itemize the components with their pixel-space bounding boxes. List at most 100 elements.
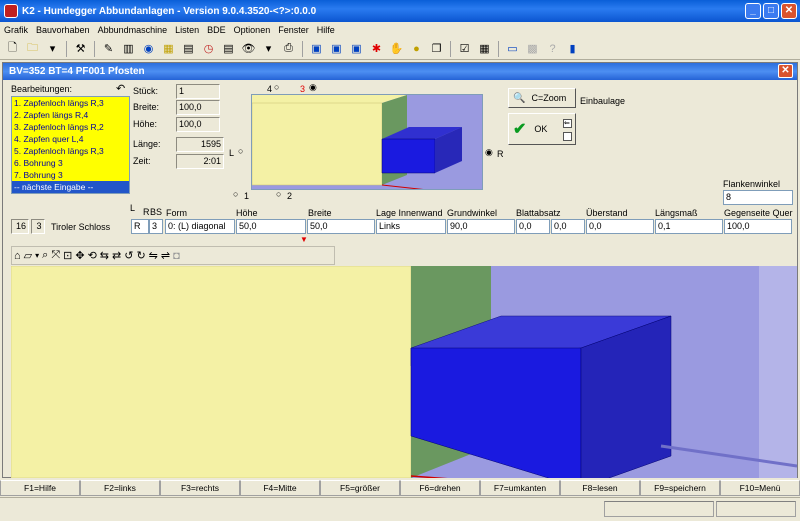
list-item[interactable]: 5. Zapfenloch längs R,3 [12,145,129,157]
fkey-f7[interactable]: F7=umkanten [480,480,560,496]
laengsmass-input[interactable]: 0,1 [655,219,723,234]
rotate-right-icon[interactable]: ↻ [136,249,145,262]
gegenseite-input[interactable]: 100,0 [724,219,792,234]
grid-icon[interactable]: ▦ [160,40,177,57]
menu-hilfe[interactable]: Hilfe [317,25,335,35]
rotate-left-icon[interactable]: ↺ [124,249,133,262]
list-item[interactable]: 2. Zapfen längs R,4 [12,109,129,121]
fkey-f9[interactable]: F9=speichern [640,480,720,496]
fkey-f1[interactable]: F1=Hilfe [0,480,80,496]
flip-icon[interactable]: ⇋ [149,249,158,262]
pan-icon[interactable]: ✥ [75,249,84,262]
rotate-free-icon[interactable]: ⟲ [88,249,97,262]
minimize-button[interactable]: _ [745,3,761,19]
blattabsatz-input-1[interactable]: 0,0 [516,219,550,234]
menu-optionen[interactable]: Optionen [234,25,271,35]
calculator-icon[interactable]: ▤ [180,40,197,57]
maximize-button[interactable]: □ [763,3,779,19]
blattabsatz-input-2[interactable]: 0,0 [551,219,585,234]
radio-l[interactable]: ○ [238,146,243,156]
table-icon[interactable]: ▦ [476,40,493,57]
breite-input[interactable]: 50,0 [307,219,375,234]
list-item-selected[interactable]: -- nächste Eingabe -- [12,181,129,193]
radio-1[interactable]: ○ [233,189,238,199]
fkey-f6[interactable]: F6=drehen [400,480,480,496]
mirror-icon[interactable]: ⇌ [161,249,170,262]
fkey-f10[interactable]: F10=Menü [720,480,800,496]
home-view-icon[interactable]: ⌂ [14,250,21,262]
coins-icon[interactable]: ● [408,40,425,57]
menu-grafik[interactable]: Grafik [4,25,28,35]
radio-4[interactable]: ○ [274,82,279,92]
copy-icon[interactable]: ❐ [428,40,445,57]
fkey-f4[interactable]: F4=Mitte [240,480,320,496]
save-icon[interactable]: ▣ [308,40,325,57]
ok-button[interactable]: ✔ OK ⇐ [508,113,576,145]
small-checkbox-1[interactable]: ⇐ [563,119,572,128]
menu-fenster[interactable]: Fenster [278,25,309,35]
list-item[interactable]: 1. Zapfenloch längs R,3 [12,97,129,109]
grundwinkel-input[interactable]: 90,0 [447,219,515,234]
rotate-x-icon[interactable]: ⇆ [100,249,109,262]
printer-icon[interactable]: ⎙ [280,40,297,57]
checklist-icon[interactable]: ☑ [456,40,473,57]
dropdown-arrow-icon[interactable]: ▾ [44,40,61,57]
menu-bauvorhaben[interactable]: Bauvorhaben [36,25,90,35]
compass-icon[interactable]: ◉ [140,40,157,57]
hoehe-input[interactable]: 50,0 [236,219,306,234]
lage-select[interactable]: Links [376,219,446,234]
close-button[interactable]: ✕ [781,3,797,19]
header-blattabsatz: Blattabsatz [516,208,561,218]
dropdown-arrow-icon[interactable]: ▾ [35,251,39,260]
r-select[interactable]: R [131,219,149,234]
tools-icon[interactable]: ⚒ [72,40,89,57]
new-file-icon[interactable]: 🗋 [4,40,21,57]
small-checkbox-2[interactable] [563,132,572,141]
zoom-view-icon[interactable]: ⌕ [42,249,48,262]
rotate-y-icon[interactable]: ⇄ [112,249,121,262]
lbs-label: L [130,203,136,213]
chart-icon[interactable]: ▮ [564,40,581,57]
radio-3[interactable]: ◉ [309,82,317,93]
zoom-window-icon[interactable]: ⊡ [63,249,72,262]
main-3d-view[interactable] [11,266,797,478]
list-item[interactable]: 7. Bohrung 3 [12,169,129,181]
dropdown-arrow-icon[interactable]: ▾ [260,40,277,57]
binoculars-icon[interactable]: 👁 [240,40,257,57]
undo-icon[interactable]: ↶ [116,82,125,95]
form-select[interactable]: 0: (L) diagonal [165,219,235,234]
list-item[interactable]: 4. Zapfen quer L,4 [12,133,129,145]
fkey-f5[interactable]: F5=größer [320,480,400,496]
ueberstand-input[interactable]: 0,0 [586,219,654,234]
menu-listen[interactable]: Listen [175,25,199,35]
window-icon[interactable]: ▭ [504,40,521,57]
list-item[interactable]: 3. Zapfenloch längs R,2 [12,121,129,133]
barcode-icon[interactable]: ▥ [120,40,137,57]
fit-view-icon[interactable]: ⤧ [51,249,60,262]
fkey-f3[interactable]: F3=rechts [160,480,240,496]
list-icon[interactable]: ▤ [220,40,237,57]
three-select[interactable]: 3 [149,219,163,234]
zoom-button[interactable]: 🔍 C=Zoom [508,88,576,108]
operations-list[interactable]: 1. Zapfenloch längs R,3 2. Zapfen längs … [11,96,130,194]
fkey-f8[interactable]: F8=lesen [560,480,640,496]
radio-r[interactable]: ◉ [485,147,493,158]
cube-view-icon[interactable]: ▱ [24,249,32,262]
edit-icon[interactable]: ✎ [100,40,117,57]
preview-3d-view[interactable] [251,94,483,190]
flankenwinkel-field[interactable]: 8 [723,190,793,205]
list-item[interactable]: 6. Bohrung 3 [12,157,129,169]
clock-icon[interactable]: ◷ [200,40,217,57]
star-icon[interactable]: ✱ [368,40,385,57]
open-folder-icon[interactable]: 🗀 [24,40,41,57]
hand-icon[interactable]: ✋ [388,40,405,57]
help-icon[interactable]: ? [544,40,561,57]
menu-abbundmaschine[interactable]: Abbundmaschine [98,25,168,35]
radio-2[interactable]: ○ [276,189,281,199]
fkey-f2[interactable]: F2=links [80,480,160,496]
save-as-icon[interactable]: ▣ [348,40,365,57]
red-down-arrow-icon: ▼ [300,235,308,244]
child-close-button[interactable]: ✕ [778,64,793,78]
menu-bde[interactable]: BDE [207,25,226,35]
save-all-icon[interactable]: ▣ [328,40,345,57]
